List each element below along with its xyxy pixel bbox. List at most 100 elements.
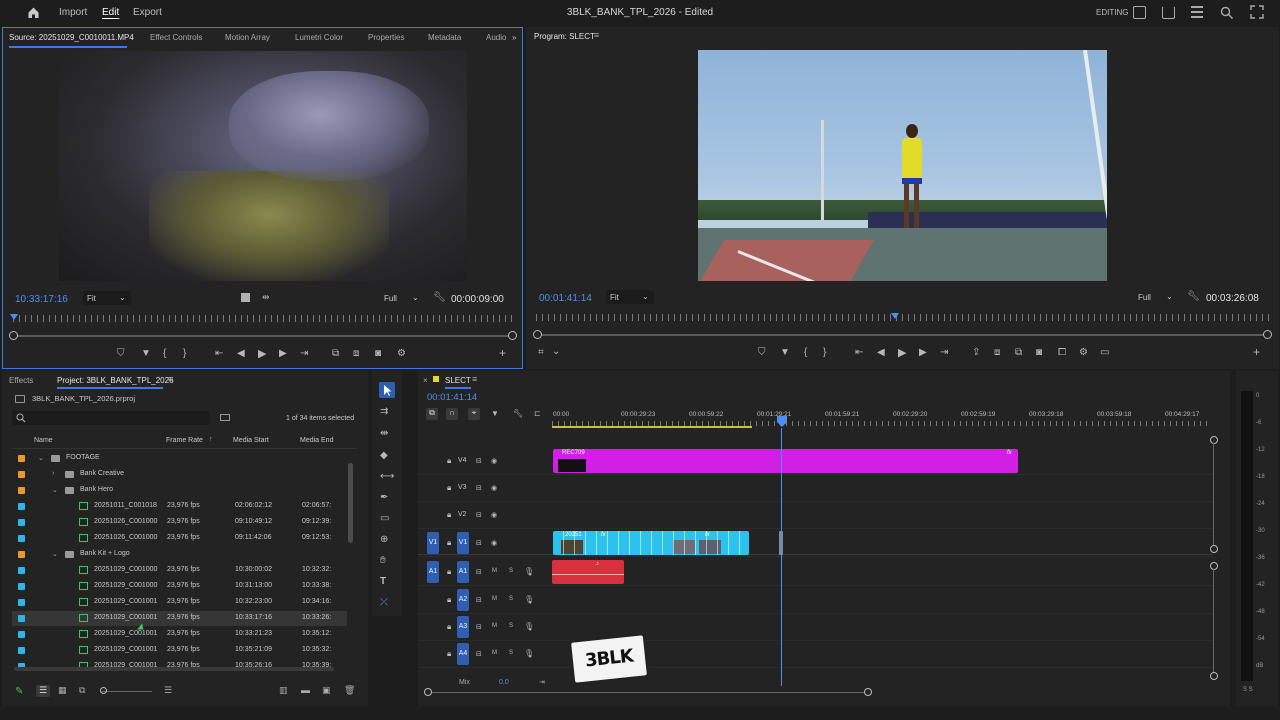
zoom-tool-icon[interactable]: ⊕ (380, 535, 388, 545)
zoom-handle-right[interactable] (508, 331, 517, 340)
lock-icon[interactable]: 🔒︎ (447, 483, 451, 493)
clip-v4-adjustment[interactable]: REC709 fx (553, 449, 1018, 473)
solo-button[interactable]: S (509, 568, 513, 574)
mix-end-icon[interactable]: ⇥ (539, 678, 545, 686)
tab-lumetri-color[interactable]: Lumetri Color (295, 33, 343, 42)
mark-out-icon[interactable]: } (823, 348, 826, 358)
sync-lock-icon[interactable]: ⊟ (476, 484, 482, 492)
microphone-icon[interactable]: 🎙︎ (524, 567, 534, 576)
track-target-audio[interactable]: A1 (457, 561, 469, 583)
track-target-v1[interactable]: V1 (457, 532, 469, 554)
project-h-scrollbar[interactable] (14, 667, 334, 671)
panel-menu-icon[interactable]: ≡ (594, 30, 599, 40)
label-color-chip[interactable] (18, 599, 25, 606)
mark-in-icon[interactable]: { (804, 348, 807, 358)
zoom-handle-left[interactable] (533, 330, 542, 339)
column-media-end[interactable]: Media End (300, 437, 333, 444)
multicam-icon[interactable]: ⧠ (1058, 348, 1066, 358)
go-to-in-icon[interactable]: ⇤ (855, 348, 863, 358)
timeline-timecode[interactable]: 00:01:41:14 (427, 392, 477, 403)
bin-row[interactable]: ⌄ FOOTAGE (12, 451, 347, 466)
clip-row[interactable]: 20251026_C001000 23,976 fps 09:10:49:12 09:… (12, 515, 347, 530)
workspace-label[interactable]: EDITING (1096, 8, 1128, 17)
label-color-chip[interactable] (18, 631, 25, 638)
slip-tool-icon[interactable]: ⟷ (380, 472, 394, 482)
v-scroll-handle[interactable] (1210, 672, 1218, 680)
clip-row[interactable]: 20251029_C001001 23,976 fps 10:33:17:16 10:… (12, 611, 347, 626)
list-view-icon[interactable]: ☰ (36, 685, 50, 697)
mute-button[interactable]: M (492, 650, 497, 656)
track-label[interactable]: V4 (458, 457, 467, 464)
clip-row[interactable]: 20251029_C001000 23,976 fps 10:31:13:00 10:… (12, 579, 347, 594)
label-color-chip[interactable] (18, 535, 25, 542)
program-fit-dropdown[interactable]: Fit ⌄ (606, 290, 654, 304)
camera-icon[interactable]: ◙ (375, 349, 381, 359)
track-target-audio[interactable]: A4 (457, 643, 469, 665)
step-forward-icon[interactable]: ▶ (919, 348, 927, 358)
source-patch-v1[interactable]: V1 (427, 532, 439, 554)
clip-row[interactable]: 20251029_C001000 23,976 fps 10:30:00:02 10:… (12, 563, 347, 578)
go-to-in-icon[interactable]: ⇤ (215, 349, 223, 359)
new-search-bin-icon[interactable] (220, 414, 230, 421)
chevron-down-icon[interactable]: ⌄ (38, 454, 44, 462)
sync-lock-icon[interactable]: ⊟ (476, 623, 482, 631)
lock-icon[interactable]: 🔒︎ (447, 456, 451, 466)
program-quality-dropdown[interactable]: Full ⌄ (1136, 290, 1176, 304)
trash-icon[interactable]: 🗑︎ (344, 685, 355, 696)
overflow-chevron-icon[interactable]: » (512, 33, 516, 42)
label-color-chip[interactable] (18, 519, 25, 526)
sort-icons-icon[interactable]: ☰ (164, 685, 172, 696)
search-icon[interactable] (1220, 6, 1234, 20)
menu-edit[interactable]: Edit (102, 7, 119, 18)
column-media-start[interactable]: Media Start (233, 437, 269, 444)
lock-icon[interactable]: 🔒︎ (447, 567, 451, 577)
source-quality-dropdown[interactable]: Full ⌄ (382, 291, 422, 305)
freeform-view-icon[interactable]: ⧉ (79, 685, 85, 696)
type-tool-icon[interactable]: T (380, 577, 386, 587)
column-frame-rate[interactable]: Frame Rate (166, 437, 203, 444)
extract-icon[interactable]: ⧈ (994, 348, 1000, 358)
close-icon[interactable]: × (423, 376, 428, 385)
vr-icon[interactable]: ▭ (1100, 348, 1109, 358)
project-search-input[interactable] (12, 411, 210, 425)
source-timecode[interactable]: 10:33:17:16 (15, 294, 68, 305)
h-scroll-handle[interactable] (424, 688, 432, 696)
v-scroll-handle[interactable] (1210, 545, 1218, 553)
source-playhead[interactable] (10, 314, 18, 322)
microphone-icon[interactable]: 🎙︎ (524, 595, 534, 604)
microphone-icon[interactable]: 🎙︎ (524, 649, 534, 658)
new-bin-icon[interactable]: ▬ (301, 685, 310, 695)
label-color-chip[interactable] (18, 455, 25, 462)
clip-row[interactable]: 20251026_C001000 23,976 fps 09:11:42:06 09:… (12, 531, 347, 546)
marker-icon[interactable]: ⛉ (758, 348, 766, 358)
sync-lock-icon[interactable]: ⊟ (476, 511, 482, 519)
timeline-playhead-line[interactable] (781, 428, 782, 686)
add-marker-icon[interactable]: ▼ (780, 348, 790, 358)
tab-source[interactable]: Source: 20251029_C0010011.MP4 (9, 33, 134, 42)
tab-program[interactable]: Program: SLECT (534, 32, 595, 41)
play-icon[interactable]: ▶ (898, 348, 906, 359)
track-label[interactable]: V2 (458, 511, 467, 518)
program-playhead[interactable] (891, 313, 899, 321)
pen-tool-icon[interactable]: ✒ (380, 493, 388, 503)
program-ruler[interactable] (536, 314, 1271, 321)
trim-icon[interactable]: ⧉ (1015, 348, 1022, 358)
label-color-chip[interactable] (18, 551, 25, 558)
chevron-down-icon[interactable]: ⌄ (552, 347, 560, 357)
tab-project[interactable]: Project: 3BLK_BANK_TPL_2026 (57, 376, 174, 385)
ripple-edit-tool-icon[interactable]: ⇹ (380, 429, 388, 439)
eye-icon[interactable]: ◉ (491, 484, 497, 492)
chevron-right-icon[interactable]: › (52, 470, 54, 477)
zoom-slider-handle[interactable] (100, 687, 107, 694)
timeline-h-scroll[interactable] (428, 692, 868, 693)
bin-row[interactable]: › Bank Creative (12, 467, 347, 482)
tab-effects[interactable]: Effects (9, 376, 33, 385)
source-video-frame[interactable] (59, 51, 467, 281)
program-video-frame[interactable] (698, 50, 1107, 281)
lock-icon[interactable]: 🔒︎ (447, 649, 451, 659)
h-scroll-handle[interactable] (864, 688, 872, 696)
clip-a1-audio[interactable]: ♪ (552, 560, 624, 584)
go-to-out-icon[interactable]: ⇥ (940, 348, 948, 358)
panel-menu-icon[interactable]: ≡ (472, 374, 477, 384)
solo-button[interactable]: S (509, 623, 513, 629)
